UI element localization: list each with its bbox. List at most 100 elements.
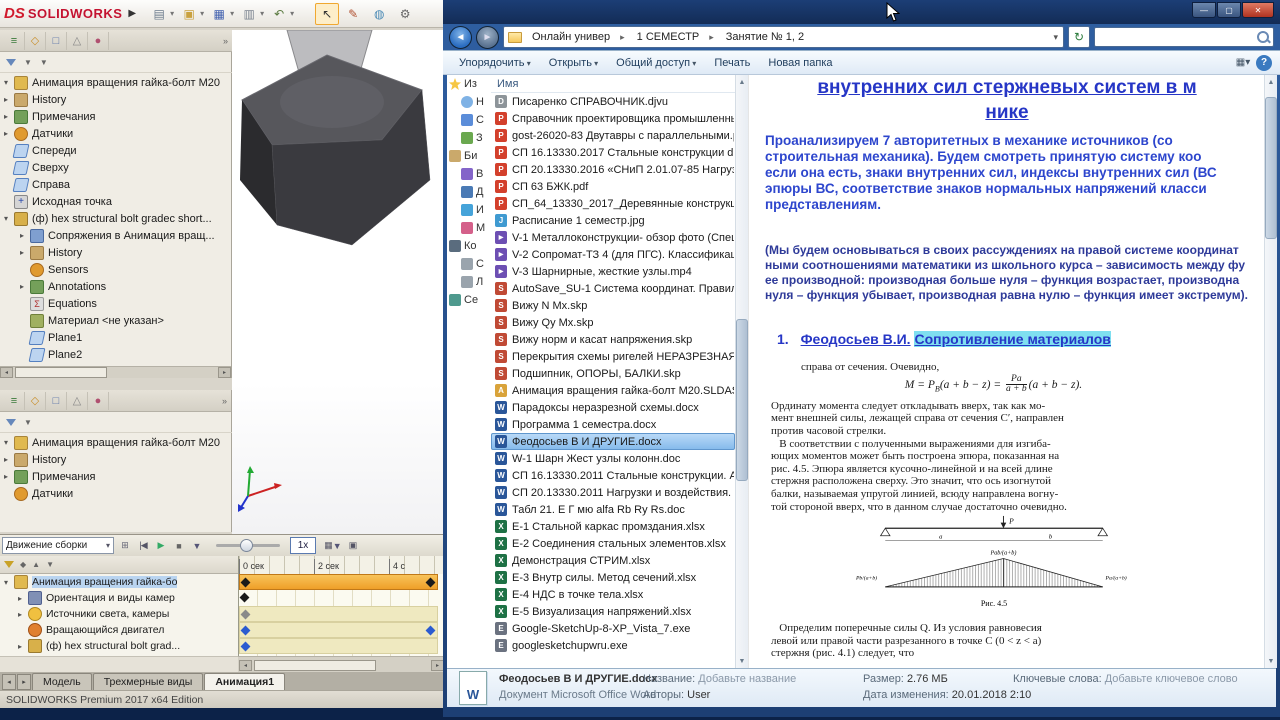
feature-tree-item[interactable]: ▸ Примечания bbox=[0, 468, 231, 485]
minimize-button[interactable]: — bbox=[1192, 2, 1216, 18]
print-icon[interactable] bbox=[237, 3, 261, 25]
file-row[interactable]: СП 16.13330.2011 Стальные конструкции. А… bbox=[491, 467, 735, 484]
save-icon[interactable] bbox=[207, 3, 231, 25]
file-row[interactable]: V-2 Сопромат-ТЗ 4 (для ПГС). Классификац… bbox=[491, 246, 735, 263]
motion-tree-item[interactable]: ▸ Ориентация и виды камер bbox=[0, 590, 238, 606]
scroll-thumb[interactable] bbox=[254, 659, 376, 671]
timeline-track[interactable] bbox=[239, 574, 438, 590]
timeline-ruler[interactable]: 0 сек 2 сек 4 с bbox=[238, 556, 444, 575]
file-row[interactable]: Е-3 Внутр силы. Метод сечений.xlsx bbox=[491, 569, 735, 586]
file-row[interactable]: Парадоксы неразрезной схемы.docx bbox=[491, 399, 735, 416]
scroll-down-icon[interactable]: ▼ bbox=[736, 654, 748, 668]
animation-wizard-icon[interactable]: ▣ bbox=[344, 537, 362, 554]
scroll-thumb[interactable] bbox=[736, 319, 748, 481]
toolbar-button[interactable]: Общий доступ bbox=[608, 54, 704, 72]
scroll-thumb[interactable] bbox=[1265, 97, 1277, 239]
propertymanager-icon[interactable] bbox=[25, 391, 46, 410]
scroll-thumb[interactable] bbox=[15, 367, 107, 378]
field-placeholder[interactable]: Добавьте название bbox=[698, 673, 796, 685]
nav-item[interactable]: С bbox=[447, 255, 491, 273]
nav-item[interactable]: В bbox=[447, 165, 491, 183]
configuration-icon[interactable] bbox=[46, 31, 67, 50]
expand-arrow-icon[interactable]: ▸ bbox=[20, 282, 30, 291]
zoom-in-icon[interactable]: ▲ bbox=[32, 560, 40, 569]
toolbar-button[interactable]: Печать bbox=[706, 54, 758, 72]
file-row[interactable]: Е-4 НДС в точке тела.xlsx bbox=[491, 586, 735, 603]
slider-knob[interactable] bbox=[240, 539, 253, 552]
feature-tree-item[interactable]: Исходная точка bbox=[0, 193, 231, 210]
expand-arrow-icon[interactable]: ▸ bbox=[20, 231, 30, 240]
file-row[interactable]: СП 20.13330.2011 Нагрузки и воздействия.… bbox=[491, 484, 735, 501]
keyframe-diamond[interactable] bbox=[425, 577, 436, 588]
motion-tree-item[interactable]: ▾ Анимация вращения гайка-бо bbox=[0, 574, 238, 590]
nav-item[interactable]: Ко bbox=[447, 237, 491, 255]
tab-overflow-icon[interactable]: » bbox=[223, 36, 228, 46]
dimxpert-icon[interactable] bbox=[67, 31, 88, 50]
nav-item[interactable]: Н bbox=[447, 93, 491, 111]
file-row[interactable]: Табл 21. Е Г мю alfa Rb Ry Rs.doc bbox=[491, 501, 735, 518]
key-properties-icon[interactable]: ◆ bbox=[20, 560, 26, 569]
file-row[interactable]: Google-SketchUp-8-XP_Vista_7.exe bbox=[491, 620, 735, 637]
open-icon[interactable] bbox=[177, 3, 201, 25]
play-from-start-icon[interactable] bbox=[134, 537, 152, 554]
feature-tree-item[interactable]: ▸ Annotations bbox=[0, 278, 231, 295]
expand-arrow-icon[interactable]: ▸ bbox=[4, 455, 14, 464]
settings-gear-icon[interactable] bbox=[393, 3, 417, 25]
nav-item[interactable]: Из bbox=[447, 75, 491, 93]
calculate-icon[interactable] bbox=[116, 537, 134, 554]
timeline-horizontal-scrollbar[interactable]: ◂ ▸ bbox=[238, 656, 445, 673]
feature-tree-item[interactable]: ▾ Анимация вращения гайка-болт M20 bbox=[0, 434, 231, 451]
filter-dropdown-icon[interactable]: ▼ bbox=[24, 58, 32, 67]
nav-item[interactable]: С bbox=[447, 111, 491, 129]
nav-item[interactable]: М bbox=[447, 219, 491, 237]
file-row[interactable]: СП 16.13330.2017 Стальные конструкции dn… bbox=[491, 144, 735, 161]
feature-tree-item[interactable]: ▸ Датчики bbox=[0, 125, 231, 142]
appearance-icon[interactable] bbox=[367, 3, 391, 25]
expand-arrow-icon[interactable]: ▸ bbox=[18, 610, 28, 619]
expand-arrow-icon[interactable]: ▸ bbox=[4, 129, 14, 138]
new-document-icon[interactable] bbox=[147, 3, 171, 25]
feature-tree-item[interactable]: Сверху bbox=[0, 159, 231, 176]
scroll-right-icon[interactable]: ▸ bbox=[218, 367, 231, 378]
address-dropdown-icon[interactable]: ▾ bbox=[1048, 32, 1063, 43]
featuremanager-tree-icon[interactable] bbox=[4, 31, 25, 50]
close-button[interactable]: ✕ bbox=[1242, 2, 1274, 18]
expand-arrow-icon[interactable]: ▾ bbox=[4, 214, 14, 223]
feature-tree-item[interactable]: Sensors bbox=[0, 261, 231, 278]
toolbar-button[interactable]: Открыть bbox=[541, 54, 606, 72]
feature-tree-item[interactable]: Датчики bbox=[0, 485, 231, 502]
back-button[interactable]: ◄ bbox=[449, 25, 472, 49]
logo-expand-arrow-icon[interactable]: ▶ bbox=[128, 8, 136, 19]
file-row[interactable]: Феодосьев В И ДРУГИЕ.docx bbox=[491, 433, 735, 450]
tree-horizontal-scrollbar[interactable]: ◂ ▸ bbox=[0, 366, 231, 378]
motion-tree-item[interactable]: ▸ Источники света, камеры bbox=[0, 606, 238, 622]
dropdown-arrow-icon[interactable]: ▾ bbox=[200, 9, 204, 18]
file-row[interactable]: Е-2 Соединения стальных элементов.xlsx bbox=[491, 535, 735, 552]
toolbar-button[interactable]: Упорядочить bbox=[451, 54, 539, 72]
nav-item[interactable]: Се bbox=[447, 291, 491, 309]
file-list-scrollbar[interactable]: ▲ ▼ bbox=[735, 75, 748, 668]
zoom-out-icon[interactable]: ▼ bbox=[46, 560, 54, 569]
file-row[interactable]: СП 63 БЖК.pdf bbox=[491, 178, 735, 195]
file-row[interactable]: gost-26020-83 Двутавры с параллельными.p… bbox=[491, 127, 735, 144]
feature-tree-item[interactable]: ▾ (ф) hex structural bolt gradec short..… bbox=[0, 210, 231, 227]
motion-tree-item[interactable]: Вращающийся двигател bbox=[0, 622, 238, 638]
scroll-left-icon[interactable]: ◂ bbox=[239, 659, 252, 671]
expand-arrow-icon[interactable]: ▾ bbox=[4, 438, 14, 447]
keyframe-diamond[interactable] bbox=[425, 625, 436, 636]
expand-arrow-icon[interactable]: ▾ bbox=[4, 578, 14, 587]
nav-item[interactable]: И bbox=[447, 201, 491, 219]
hex-bolt-model[interactable] bbox=[232, 30, 443, 270]
file-row[interactable]: AutoSave_SU-1 Система координат. Правило… bbox=[491, 280, 735, 297]
refresh-icon[interactable]: ↻ bbox=[1068, 26, 1090, 48]
breadcrumb-segment[interactable]: Занятие № 1, 2 bbox=[720, 29, 810, 45]
feature-tree-item[interactable]: Equations bbox=[0, 295, 231, 312]
field-value[interactable]: User bbox=[687, 689, 710, 701]
save-animation-icon[interactable]: ▦ bbox=[324, 537, 342, 554]
keyframe-diamond[interactable] bbox=[240, 609, 251, 620]
dropdown-arrow-icon[interactable]: ▾ bbox=[170, 9, 174, 18]
file-row[interactable]: Е-1 Стальной каркас промздания.xlsx bbox=[491, 518, 735, 535]
configuration-icon[interactable] bbox=[46, 391, 67, 410]
feature-tree-item[interactable]: Справа bbox=[0, 176, 231, 193]
preview-scrollbar[interactable]: ▲ ▼ bbox=[1264, 75, 1277, 668]
